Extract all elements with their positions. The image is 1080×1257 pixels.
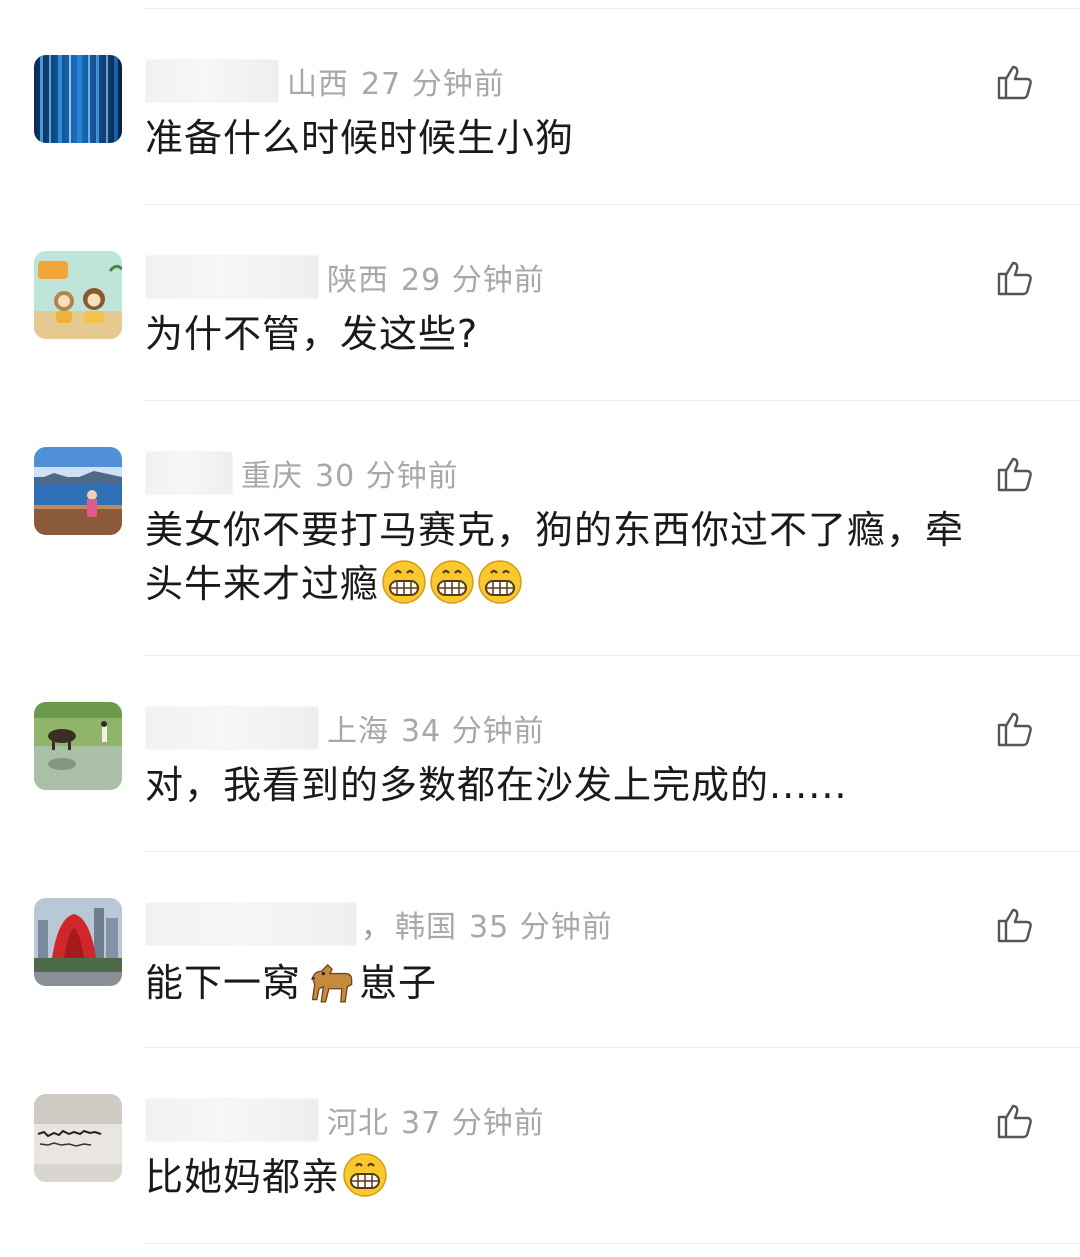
comment-time: 34 分钟前 <box>401 714 545 749</box>
comment-region: 重庆 <box>241 459 303 494</box>
comment-time: 27 分钟前 <box>361 67 505 102</box>
grin-emoji <box>430 560 474 604</box>
comment-text: 美女你不要打马赛克，狗的东西你过不了瘾，牵头牛来才过瘾 <box>145 503 985 611</box>
avatar[interactable] <box>34 1094 122 1182</box>
avatar[interactable] <box>34 251 122 339</box>
comment-region: 山西 <box>287 67 349 102</box>
avatar[interactable] <box>34 55 122 143</box>
like-icon[interactable] <box>996 259 1034 297</box>
username-comma: ， <box>361 910 391 945</box>
comment-region: 上海 <box>327 714 389 749</box>
comment-region: 河北 <box>327 1106 389 1141</box>
comment-time: 35 分钟前 <box>469 910 613 945</box>
avatar[interactable] <box>34 898 122 986</box>
avatar[interactable] <box>34 702 122 790</box>
comment-text: 准备什么时候时候生小狗 <box>145 116 575 160</box>
like-icon[interactable] <box>996 906 1034 944</box>
comment-text-content: 美女你不要打马赛克，狗的东西你过不了瘾，牵头牛来才过瘾 <box>145 508 965 606</box>
comment-meta: 山西 27 分钟前 <box>145 59 505 103</box>
comment-text: 能下一窝 崽子 <box>145 954 985 1010</box>
username-redacted[interactable] <box>145 706 319 750</box>
comment-text-before: 能下一窝 <box>145 961 302 1005</box>
comment-text-content: 比她妈都亲 <box>145 1155 341 1199</box>
username-redacted[interactable] <box>145 255 319 299</box>
comment-meta: 陕西 29 分钟前 <box>145 255 545 299</box>
comment-meta: 河北 37 分钟前 <box>145 1098 545 1142</box>
username-redacted[interactable] <box>145 59 279 103</box>
grin-emoji <box>478 560 522 604</box>
comment-text: 为什不管，发这些? <box>145 312 479 356</box>
comment-meta: ， 韩国 35 分钟前 <box>145 902 613 946</box>
grin-emoji <box>343 1153 387 1197</box>
divider <box>145 1047 1080 1048</box>
comment-time: 37 分钟前 <box>401 1106 545 1141</box>
comment-time: 30 分钟前 <box>315 459 459 494</box>
divider <box>145 204 1080 205</box>
username-redacted[interactable] <box>145 902 357 946</box>
comment-text: 对，我看到的多数都在沙发上完成的...... <box>145 763 848 807</box>
divider <box>145 400 1080 401</box>
like-icon[interactable] <box>996 455 1034 493</box>
comment-region: 陕西 <box>327 263 389 298</box>
comment-text: 比她妈都亲 <box>145 1150 985 1204</box>
like-icon[interactable] <box>996 710 1034 748</box>
grin-emoji <box>382 560 426 604</box>
username-redacted[interactable] <box>145 1098 319 1142</box>
like-icon[interactable] <box>996 63 1034 101</box>
divider <box>145 851 1080 852</box>
top-divider <box>145 8 1080 9</box>
divider <box>145 1243 1080 1244</box>
comment-meta: 重庆 30 分钟前 <box>145 451 459 495</box>
avatar[interactable] <box>34 447 122 535</box>
divider <box>145 655 1080 656</box>
comment-text-after: 崽子 <box>359 961 438 1005</box>
like-icon[interactable] <box>996 1102 1034 1140</box>
comment-meta: 上海 34 分钟前 <box>145 706 545 750</box>
username-redacted[interactable] <box>145 451 233 495</box>
comment-region: 韩国 <box>395 910 457 945</box>
comment-time: 29 分钟前 <box>401 263 545 298</box>
dog-emoji <box>311 963 353 1003</box>
